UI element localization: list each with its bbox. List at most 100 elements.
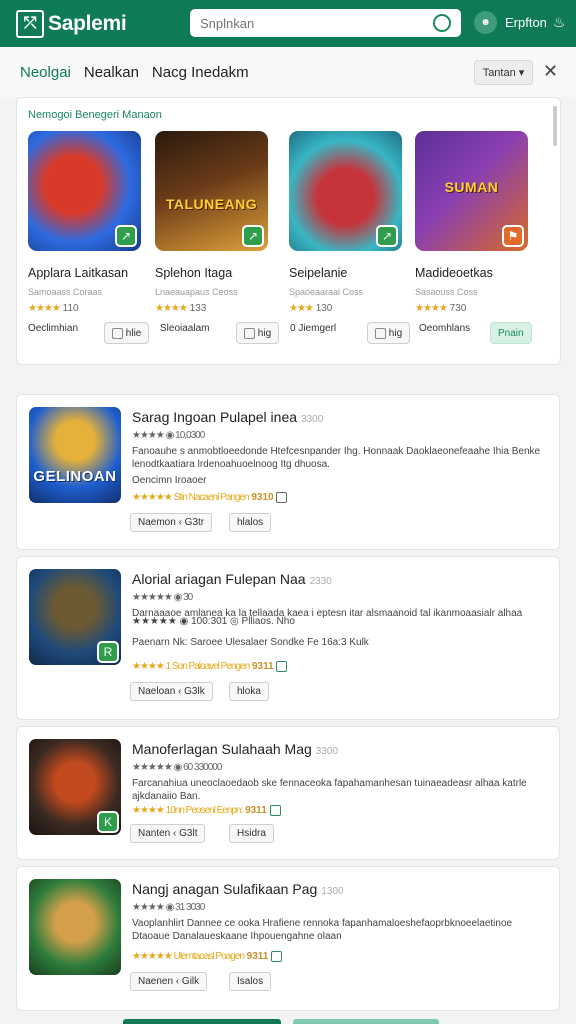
close-icon[interactable]: ✕ (543, 61, 558, 82)
tab-nacg-inedakm[interactable]: Nacg Inedakm (152, 64, 249, 81)
meta-accent: 9310 (251, 492, 274, 504)
item-rating: ★★★★★ ◉ 30 (132, 592, 193, 603)
card-rating: ★★★★ 730 (415, 303, 528, 314)
item-rating: ★★★★ ◉ 10,0300 (132, 430, 205, 441)
card-rating: ★★★★ 133 (155, 303, 268, 314)
item-description: Vaoplanhlirt Dannee ce ooka Hrafiene ren… (132, 918, 513, 942)
featured-card[interactable]: SUMAN ⚑ Madideoetkas Sasaouss Coss ★★★★ … (415, 131, 528, 314)
featured-card[interactable]: ↗ Seipelanie Spaoeaaraal Coss ★★★ 130 (289, 131, 402, 314)
item-action-button[interactable]: Naemon ‹ G3tr (130, 513, 213, 532)
featured-card[interactable]: ↗ Applara Laitkasan Samoaass Coraas ★★★★… (28, 131, 141, 314)
play-badge-icon: ↗ (242, 225, 264, 247)
card-subtitle: Sasaouss Coss (415, 287, 478, 297)
item-meta: ★★★★★ Stin Nacaenl Pangen 9310 (132, 492, 288, 504)
item-action-button[interactable]: Naeloan ‹ G3lk (130, 682, 213, 701)
game-thumbnail[interactable]: SUMAN ⚑ (415, 131, 528, 251)
meta-text: ★★★★ 1 Son Paloavel Pengen (132, 661, 250, 673)
title-text: Manoferlagan Sulahaah Mag (132, 741, 312, 757)
card-title: Applara Laitkasan (28, 266, 129, 280)
item-title[interactable]: Alorial ariagan Fulepan Naa 2330 (132, 571, 332, 587)
app-logo[interactable]: ⤱ Saplemi (16, 9, 127, 38)
item-meta: Paenarn Nk: Saroee Ulesalaer Sondke Fe 1… (132, 637, 369, 648)
shield-icon (276, 661, 288, 672)
tab-neolgai[interactable]: Neolgai (20, 64, 71, 81)
user-name[interactable]: Erpfton (505, 15, 547, 30)
rating-count: 133 (189, 303, 207, 314)
bottom-tab-indicator[interactable] (293, 1019, 439, 1024)
thumbnail-title-text: GELINOAN (33, 468, 117, 486)
play-badge-icon: R (97, 641, 119, 663)
button-label: hlie (125, 327, 142, 339)
card-title: Seipelanie (289, 266, 348, 280)
item-title[interactable]: Manoferlagan Sulahaah Mag 3300 (132, 741, 338, 757)
ticket-icon (112, 327, 123, 339)
card-action-button[interactable]: Pnain (490, 322, 532, 344)
sort-dropdown[interactable]: Tantan ▾ (474, 60, 533, 85)
item-rating: ★★★★★ ◉ 60 330000 (132, 762, 222, 773)
card-action-button[interactable]: hig (236, 322, 280, 344)
card-title: Splehon Itaga (155, 266, 233, 280)
card-rating: ★★★★ 110 (28, 303, 141, 314)
title-muted: 1300 (321, 886, 344, 897)
game-thumbnail[interactable]: TALUNEANG ↗ (155, 131, 268, 251)
play-badge-icon: ↗ (115, 225, 137, 247)
search-input[interactable] (200, 15, 433, 31)
search-icon[interactable] (433, 14, 451, 32)
item-rating: ★★★★ ◉ 31 3030 (132, 902, 205, 913)
item-title[interactable]: Sarag Ingoan Pulapel inea 3300 (132, 409, 323, 425)
rating-stars: ★★★★ (28, 303, 61, 314)
item-title[interactable]: Nangj anagan Sulafikaan Pag 1300 (132, 881, 344, 897)
title-muted: 3300 (301, 414, 324, 425)
play-badge-icon: ⚑ (502, 225, 524, 247)
card-footer-label: Oeomhlans (419, 323, 471, 334)
rating-count: 730 (449, 303, 467, 314)
item-secondary-button[interactable]: hloka (229, 682, 269, 701)
meta-text: ★★★★★ Stin Nacaenl Pangen (132, 492, 250, 504)
item-meta: ★★★★ 10nn Peosenl Eenpn: 9311 (132, 805, 281, 816)
game-thumbnail[interactable]: K (29, 739, 121, 835)
avatar[interactable]: ☻ (474, 11, 497, 34)
button-label: hig (388, 327, 403, 339)
item-secondary-button[interactable]: Isalos (229, 972, 272, 991)
featured-card[interactable]: TALUNEANG ↗ Splehon Itaga Lnaeauapaus Ce… (155, 131, 268, 314)
game-thumbnail[interactable]: GELINOAN (29, 407, 121, 503)
thumbnail-title-text: TALUNEANG (165, 195, 258, 212)
item-action-button[interactable]: Nanten ‹ G3lt (130, 824, 206, 843)
list-item[interactable]: R Alorial ariagan Fulepan Naa 2330 ★★★★★ … (16, 556, 560, 720)
rating-count: 110 (62, 303, 79, 314)
meta-accent: 9311 (251, 661, 274, 673)
meta-accent: 9311 (246, 951, 269, 963)
card-rating: ★★★ 130 (289, 303, 402, 314)
tab-nealkan[interactable]: Nealkan (84, 64, 139, 81)
card-action-button[interactable]: hlie (104, 322, 150, 344)
featured-title: Nemogoi Benegeri Manaon (28, 109, 162, 121)
search-box (190, 9, 461, 37)
item-secondary-button[interactable]: Hsidra (229, 824, 274, 843)
user-menu[interactable]: ☻ Erpfton ♨ (474, 11, 565, 34)
game-thumbnail[interactable]: ↗ (28, 131, 141, 251)
shield-icon (269, 805, 281, 816)
notification-icon[interactable]: ♨ (553, 14, 566, 31)
item-meta: ★★★★ 1 Son Paloavel Pengen 9311 (132, 661, 288, 673)
item-secondary-button[interactable]: hlalos (229, 513, 272, 532)
featured-panel: Nemogoi Benegeri Manaon ↗ Applara Laitka… (16, 97, 561, 365)
list-item[interactable]: Nangj anagan Sulafikaan Pag 1300 ★★★★ ◉ 3… (16, 866, 560, 1011)
game-thumbnail[interactable]: ↗ (289, 131, 402, 251)
scrollbar[interactable] (553, 106, 557, 146)
card-action-button[interactable]: hig (367, 322, 411, 344)
sub-navigation: Neolgai Nealkan Nacg Inedakm Tantan ▾ ✕ (0, 47, 576, 97)
game-thumbnail[interactable]: R (29, 569, 121, 665)
bottom-tab-indicator[interactable] (123, 1019, 281, 1024)
game-thumbnail[interactable] (29, 879, 121, 975)
logo-text: Saplemi (48, 11, 127, 35)
title-muted: 2330 (309, 576, 332, 587)
card-footer-label: Oeclimhian (28, 323, 79, 334)
rating-stars: ★★★ (289, 303, 314, 314)
title-text: Nangj anagan Sulafikaan Pag (132, 881, 318, 897)
list-item[interactable]: K Manoferlagan Sulahaah Mag 3300 ★★★★★ ◉ … (16, 726, 560, 860)
meta-text: ★★★★ 10nn Peosenl Eenpn: (132, 805, 243, 817)
item-action-button[interactable]: Naenen ‹ Gilk (130, 972, 208, 991)
list-item[interactable]: GELINOAN Sarag Ingoan Pulapel inea 3300 ★… (16, 394, 560, 550)
thumbnail-title-text: SUMAN (444, 179, 499, 195)
rating-stars: ★★★★ (155, 303, 188, 314)
